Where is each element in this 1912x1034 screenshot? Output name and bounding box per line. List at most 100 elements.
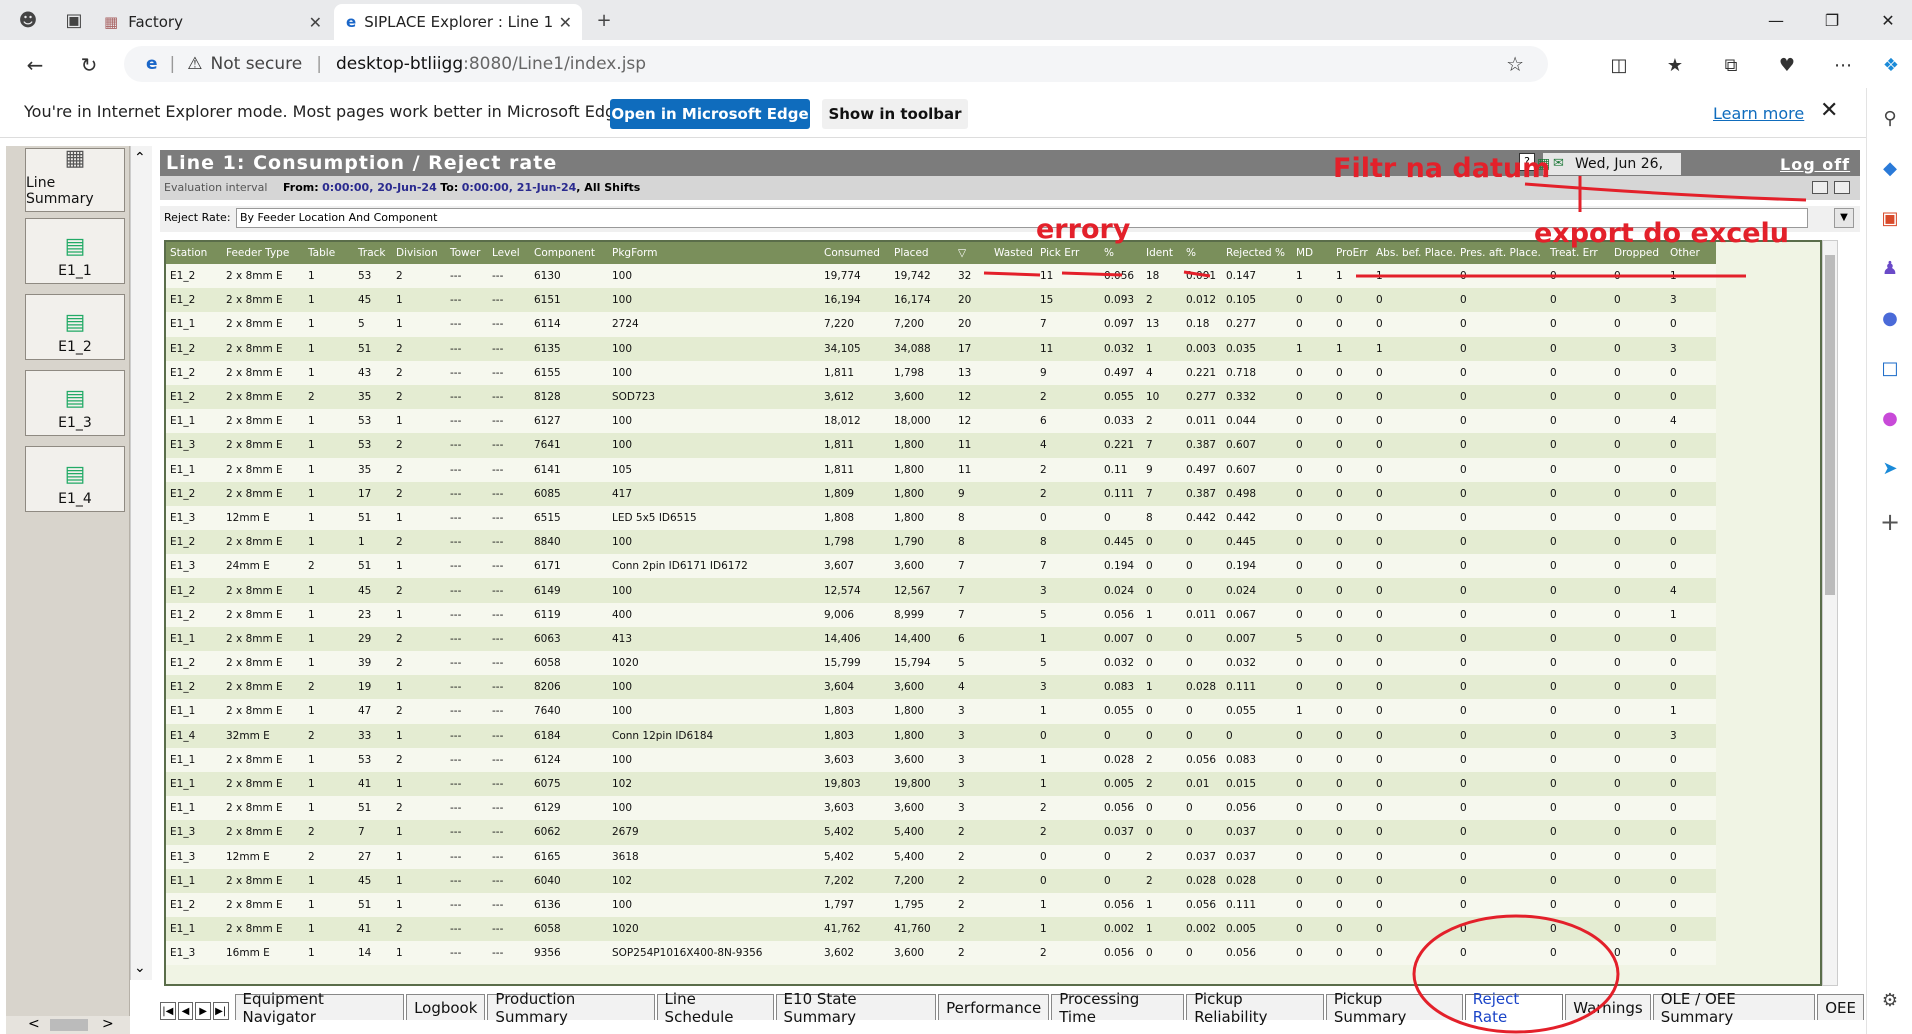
designer-icon[interactable]: ● xyxy=(1876,404,1904,432)
table-row[interactable]: E1_1 2 x 8mm E 1 47 2 --- --- 7640 100 1,803 1,800… xyxy=(166,699,1716,724)
table-row[interactable]: E1_2 2 x 8mm E 1 17 2 --- --- 6085 417 1,809 1,800… xyxy=(166,481,1716,506)
line-summary-button[interactable]: ▦ Line Summary xyxy=(25,146,125,212)
column-header[interactable]: Rejected % xyxy=(1222,242,1292,264)
column-header[interactable]: Ident xyxy=(1142,242,1182,264)
maximize-icon[interactable]: ❐ xyxy=(1812,6,1852,34)
close-icon[interactable]: ✕ xyxy=(309,13,322,32)
station-e1-2-button[interactable]: ▤ E1_2 xyxy=(25,294,125,360)
table-scrollbar[interactable] xyxy=(1822,240,1838,986)
bottom-tab[interactable]: Equipment Navigator xyxy=(234,990,405,1026)
tab-actions-icon[interactable]: ▣ xyxy=(60,6,88,34)
search-icon[interactable]: ⚲ xyxy=(1876,104,1904,132)
collections-icon[interactable]: ⧉ xyxy=(1716,50,1746,80)
column-header[interactable]: Division xyxy=(392,242,446,264)
favorites-icon[interactable]: ★ xyxy=(1660,50,1690,80)
settings-gear-icon[interactable]: ⚙ xyxy=(1876,986,1904,1014)
mail-icon[interactable]: ✉ xyxy=(1553,153,1564,175)
prev-tab-icon[interactable]: ◀ xyxy=(177,1002,194,1020)
tab-factory[interactable]: ▦ Factory ✕ xyxy=(92,4,332,40)
table-row[interactable]: E1_1 2 x 8mm E 1 53 2 --- --- 6124 100 3,603 3,600… xyxy=(166,747,1716,772)
table-row[interactable]: E1_3 24mm E 2 51 1 --- --- 6171 Conn 2pin ID6171… xyxy=(166,554,1716,579)
column-header[interactable]: Placed xyxy=(890,242,954,264)
tools-icon[interactable]: ▣ xyxy=(1876,204,1904,232)
bottom-tab[interactable]: Warnings xyxy=(1565,994,1651,1020)
last-tab-icon[interactable]: ▶| xyxy=(212,1002,229,1020)
column-header[interactable]: ▽ xyxy=(954,242,990,264)
tab-siplace[interactable]: e SIPLACE Explorer : Line 1 ✕ xyxy=(334,4,582,40)
table-row[interactable]: E1_1 2 x 8mm E 1 51 2 --- --- 6129 100 3,603 3,600… xyxy=(166,796,1716,821)
bottom-tab[interactable]: Reject Rate xyxy=(1464,990,1564,1026)
add-icon[interactable]: + xyxy=(1876,508,1904,536)
scroll-thumb[interactable] xyxy=(1825,255,1835,595)
table-row[interactable]: E1_1 2 x 8mm E 1 41 1 --- --- 6075 102 19,803 19,8… xyxy=(166,771,1716,797)
station-e1-4-button[interactable]: ▤ E1_4 xyxy=(25,446,125,512)
table-row[interactable]: E1_2 2 x 8mm E 1 39 2 --- --- 6058 1020 15,799 15,… xyxy=(166,651,1716,676)
scroll-up-icon[interactable]: ⌃ xyxy=(134,150,146,166)
profile-icon[interactable]: ☻ xyxy=(14,6,42,34)
navigator-hscroll[interactable]: < > xyxy=(6,1016,130,1034)
games-icon[interactable]: ♟ xyxy=(1876,254,1904,282)
bottom-tab[interactable]: Production Summary xyxy=(487,990,655,1026)
table-row[interactable]: E1_4 32mm E 2 33 1 --- --- 6184 Conn 12pin ID618… xyxy=(166,723,1716,748)
close-icon[interactable]: ✕ xyxy=(1820,98,1838,123)
table-row[interactable]: E1_2 2 x 8mm E 1 51 1 --- --- 6136 100 1,797 1,795… xyxy=(166,892,1716,918)
bottom-tab[interactable]: OEE xyxy=(1817,994,1864,1020)
scroll-thumb[interactable] xyxy=(50,1019,88,1031)
column-header[interactable]: Feeder Type xyxy=(222,242,304,264)
split-screen-icon[interactable]: ◫ xyxy=(1604,50,1634,80)
to-value[interactable]: 0:00:00, 21-Jun-24 xyxy=(462,181,577,194)
table-row[interactable]: E1_2 2 x 8mm E 2 35 2 --- --- 8128 SOD723 3,612 3,… xyxy=(166,384,1716,410)
bottom-tab[interactable]: E10 State Summary xyxy=(775,990,937,1026)
column-header[interactable]: Abs. bef. Place. xyxy=(1372,242,1456,264)
from-value[interactable]: 0:00:00, 20-Jun-24 xyxy=(322,181,437,194)
browser-essentials-icon[interactable]: ♥ xyxy=(1772,50,1802,80)
table-row[interactable]: E1_2 2 x 8mm E 1 53 2 --- --- 6130 100 19,774 19,7… xyxy=(166,264,1716,289)
table-row[interactable]: E1_1 2 x 8mm E 1 35 2 --- --- 6141 105 1,811 1,800… xyxy=(166,457,1716,482)
office-icon[interactable]: ● xyxy=(1876,304,1904,332)
bottom-tab[interactable]: Line Schedule xyxy=(656,990,774,1026)
more-icon[interactable]: ⋯ xyxy=(1828,50,1858,80)
station-e1-1-button[interactable]: ▤ E1_1 xyxy=(25,218,125,284)
column-header[interactable]: % xyxy=(1100,242,1142,264)
table-row[interactable]: E1_2 2 x 8mm E 1 51 2 --- --- 6135 100 34,105 34,0… xyxy=(166,336,1716,361)
minimize-icon[interactable]: — xyxy=(1756,6,1796,34)
close-icon[interactable]: ✕ xyxy=(559,13,572,32)
bottom-tab[interactable]: Pickup Summary xyxy=(1325,990,1463,1026)
table-row[interactable]: E1_2 2 x 8mm E 1 23 1 --- --- 6119 400 9,006 8,999… xyxy=(166,602,1716,627)
column-header[interactable]: Component xyxy=(530,242,608,264)
table-row[interactable]: E1_3 2 x 8mm E 2 7 1 --- --- 6062 2679 5,402 5,400… xyxy=(166,820,1716,845)
station-e1-3-button[interactable]: ▤ E1_3 xyxy=(25,370,125,436)
table-row[interactable]: E1_1 2 x 8mm E 1 41 2 --- --- 6058 1020 41,762 41,… xyxy=(166,917,1716,942)
close-window-icon[interactable]: ✕ xyxy=(1868,6,1908,34)
copilot-icon[interactable]: ❖ xyxy=(1876,50,1906,80)
table-row[interactable]: E1_2 2 x 8mm E 1 1 2 --- --- 8840 100 1,798 1,790 8… xyxy=(166,530,1716,555)
send-icon[interactable]: ➤ xyxy=(1876,454,1904,482)
next-tab-icon[interactable]: ▶ xyxy=(195,1002,211,1020)
bottom-tab[interactable]: Performance xyxy=(938,994,1050,1020)
learn-more-link[interactable]: Learn more xyxy=(1713,104,1804,123)
scroll-right-icon[interactable]: > xyxy=(102,1016,114,1032)
first-tab-icon[interactable]: |◀ xyxy=(160,1002,176,1020)
scroll-left-icon[interactable]: < xyxy=(28,1016,40,1032)
table-row[interactable]: E1_1 2 x 8mm E 1 53 1 --- --- 6127 100 18,012 18,0… xyxy=(166,409,1716,434)
back-icon[interactable]: ← xyxy=(20,50,50,80)
table-row[interactable]: E1_1 2 x 8mm E 1 5 1 --- --- 6114 2724 7,220 7,200… xyxy=(166,312,1716,337)
table-row[interactable]: E1_2 2 x 8mm E 1 43 2 --- --- 6155 100 1,811 1,798… xyxy=(166,360,1716,385)
column-header[interactable]: Level xyxy=(488,242,530,264)
column-header[interactable]: MD xyxy=(1292,242,1332,264)
column-header[interactable]: ProErr xyxy=(1332,242,1372,264)
table-row[interactable]: E1_3 2 x 8mm E 1 53 2 --- --- 7641 100 1,811 1,800… xyxy=(166,433,1716,458)
dropdown-arrow-icon[interactable]: ▼ xyxy=(1834,208,1854,228)
column-header[interactable]: Pick Err xyxy=(1036,242,1100,264)
table-row[interactable]: E1_3 12mm E 2 27 1 --- --- 6165 3618 5,402 5,400 2 0… xyxy=(166,844,1716,869)
outlook-icon[interactable]: □ xyxy=(1876,354,1904,382)
favorite-star-icon[interactable]: ☆ xyxy=(1506,52,1524,76)
column-header[interactable]: % xyxy=(1182,242,1222,264)
url-field[interactable]: e | ⚠ Not secure | desktop-btliigg:8080/… xyxy=(124,46,1548,82)
table-row[interactable]: E1_2 2 x 8mm E 1 45 2 --- --- 6149 100 12,574 12,5… xyxy=(166,578,1716,603)
column-header[interactable]: PkgForm xyxy=(608,242,820,264)
table-row[interactable]: E1_2 2 x 8mm E 1 45 1 --- --- 6151 100 16,194 16,1… xyxy=(166,288,1716,313)
refresh-icon[interactable]: ↻ xyxy=(74,50,104,80)
export-icon[interactable] xyxy=(1834,181,1850,194)
table-row[interactable]: E1_1 2 x 8mm E 1 45 1 --- --- 6040 102 7,202 7,200… xyxy=(166,868,1716,893)
